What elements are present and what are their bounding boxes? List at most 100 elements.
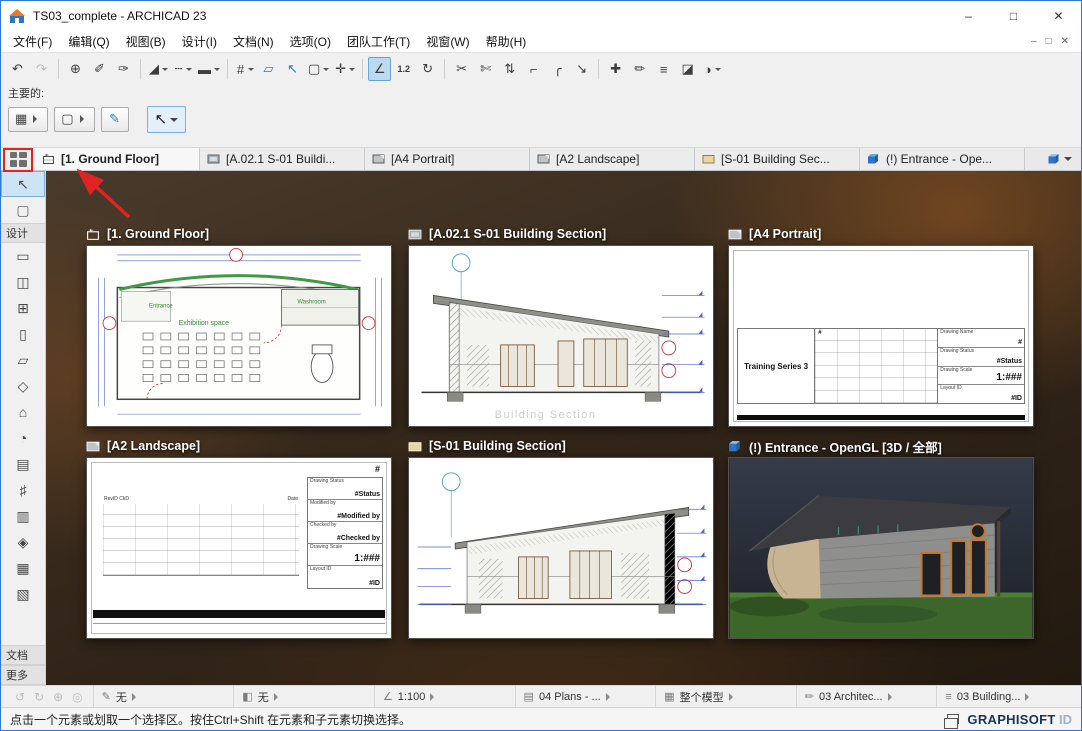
marquee-tool[interactable]: ▢	[1, 197, 45, 223]
freehand-icon[interactable]: ✏	[628, 57, 651, 81]
transfer-settings-button[interactable]: ✎	[100, 106, 129, 132]
coordinate-info-icon[interactable]: 1.2	[392, 57, 415, 81]
mesh-tool[interactable]: ▦	[1, 555, 45, 581]
roof-tool[interactable]: ⌂	[1, 399, 45, 425]
zone-tool[interactable]: ▧	[1, 581, 45, 607]
intersect-icon[interactable]: ⌐	[522, 57, 545, 81]
split-icon[interactable]: ✂	[450, 57, 473, 81]
window-tool[interactable]: ⊞	[1, 295, 45, 321]
revision-hash: #	[818, 330, 822, 336]
cursor-snap-icon[interactable]: ↖	[281, 57, 304, 81]
tab-list-button[interactable]	[1037, 148, 1081, 170]
navigate-back-icon[interactable]: ↺	[15, 690, 25, 704]
railing-tool[interactable]: ♯	[1, 477, 45, 503]
snap-guides-toggle[interactable]: ∠	[368, 57, 392, 81]
title-block-bar	[93, 610, 385, 618]
guide-lines-icon[interactable]: ▱	[257, 57, 280, 81]
layer-combination-select[interactable]: ▤ 04 Plans - ...	[514, 686, 656, 707]
tab-ground-floor[interactable]: [1. Ground Floor]	[35, 148, 200, 170]
zoom-in-icon[interactable]: ⊕	[64, 57, 87, 81]
partial-structure-select[interactable]: ▦ 整个模型	[655, 686, 796, 707]
menu-teamwork[interactable]: 团队工作(T)	[339, 33, 418, 50]
graphisoft-id[interactable]: ID	[1059, 712, 1072, 727]
stair-tool[interactable]: ▤	[1, 451, 45, 477]
arrow-tool-button[interactable]: ↖	[146, 105, 187, 133]
renovation-filter-select[interactable]: ✎ 无	[92, 686, 234, 707]
menu-view[interactable]: 视图(B)	[118, 33, 174, 50]
menu-file[interactable]: 文件(F)	[5, 33, 60, 50]
navigate-forward-icon[interactable]: ↻	[34, 690, 44, 704]
fillet-icon[interactable]: ╭	[546, 57, 569, 81]
card-title: [S-01 Building Section]	[429, 439, 566, 453]
toolbox-section-more[interactable]: 更多	[1, 665, 45, 685]
line-weight-dropdown[interactable]: ◢	[146, 57, 170, 81]
title-block: Training Series 3 # Drawing Name # Drawin…	[737, 328, 1025, 404]
cutting-planes-icon[interactable]: ◪	[676, 57, 699, 81]
menu-help[interactable]: 帮助(H)	[478, 33, 535, 50]
tab-a4-portrait[interactable]: [A4 Portrait]	[365, 148, 530, 170]
morph-tool[interactable]: ◈	[1, 529, 45, 555]
column-tool[interactable]: ▯	[1, 321, 45, 347]
redo-icon[interactable]: ↷	[30, 57, 53, 81]
arrow-select-tool[interactable]: ↖	[1, 171, 45, 197]
pen-color-dropdown[interactable]: ▬	[195, 57, 222, 81]
snap-grid-dropdown[interactable]: #	[233, 57, 256, 81]
menu-edit[interactable]: 编辑(Q)	[60, 33, 117, 50]
toolbox-section-design[interactable]: 设计	[1, 223, 45, 243]
tab-overview-button[interactable]	[1, 148, 35, 172]
menu-design[interactable]: 设计(I)	[174, 33, 225, 50]
menu-document[interactable]: 文档(N)	[225, 33, 282, 50]
slab-tool[interactable]: ◇	[1, 373, 45, 399]
stair-icon: ▤	[16, 455, 30, 472]
tab-a2-landscape[interactable]: [A2 Landscape]	[530, 148, 695, 170]
child-close-icon[interactable]: ✕	[1061, 36, 1069, 47]
fit-in-window-icon[interactable]: ◎	[72, 690, 82, 704]
rotate-icon[interactable]: ↻	[416, 57, 439, 81]
preview-card-building-section-a021[interactable]: [A.02.1 S-01 Building Section] Building …	[408, 223, 714, 427]
child-restore-icon[interactable]: □	[1046, 36, 1052, 47]
tab-entrance-3d[interactable]: (!) Entrance - Ope...	[860, 148, 1025, 170]
toolbox-section-document[interactable]: 文档	[1, 645, 45, 665]
move-icon[interactable]: ✚	[604, 57, 627, 81]
tab-building-section-s01[interactable]: [S-01 Building Sec...	[695, 148, 860, 170]
tab-building-section-a021[interactable]: [A.02.1 S-01 Buildi...	[200, 148, 365, 170]
close-button[interactable]: ✕	[1036, 1, 1081, 31]
shell-tool[interactable]: ◔	[1, 425, 45, 451]
undo-icon[interactable]: ↶	[6, 57, 29, 81]
preview-card-building-section-s01[interactable]: [S-01 Building Section]	[408, 435, 714, 639]
menu-options[interactable]: 选项(O)	[282, 33, 339, 50]
menu-window[interactable]: 视窗(W)	[418, 33, 477, 50]
preview-card-ground-floor[interactable]: [1. Ground Floor] Entrance Washroom Exhi…	[86, 223, 392, 427]
curtain-wall-tool[interactable]: ▥	[1, 503, 45, 529]
windows-icon[interactable]	[944, 714, 960, 729]
pen-set-select[interactable]: ✏ 03 Architec...	[795, 686, 937, 707]
trim-icon[interactable]: ⇅	[498, 57, 521, 81]
scale-select[interactable]: ∠ 1:100	[373, 686, 515, 707]
offset-icon[interactable]: ↘	[570, 57, 593, 81]
child-minimize-icon[interactable]: –	[1031, 36, 1037, 47]
minimize-button[interactable]: –	[946, 1, 991, 31]
graphisoft-brand[interactable]: GRAPHISOFT	[967, 712, 1055, 727]
graphic-override-select[interactable]: ◧ 无	[233, 686, 374, 707]
preview-card-entrance-3d[interactable]: (!) Entrance - OpenGL [3D / 全部]	[728, 435, 1034, 639]
zoom-icon[interactable]: ⊕	[53, 690, 63, 704]
door-tool[interactable]: ◫	[1, 269, 45, 295]
adjust-icon[interactable]: ✄	[474, 57, 497, 81]
pickup-parameters-icon[interactable]: ✐	[88, 57, 111, 81]
layers-icon[interactable]: ≡	[652, 57, 675, 81]
wall-tool[interactable]: ▭	[1, 243, 45, 269]
beam-tool[interactable]: ▱	[1, 347, 45, 373]
render-settings-dropdown[interactable]: ◑	[700, 57, 723, 81]
gravity-dropdown[interactable]: ✛	[332, 57, 357, 81]
maximize-button[interactable]: □	[991, 1, 1036, 31]
marquee-frame-dropdown[interactable]: ▢	[305, 57, 331, 81]
preview-card-a4-portrait[interactable]: [A4 Portrait] Training Series 3 # Drawin…	[728, 223, 1034, 427]
title-block-bar	[737, 415, 1025, 420]
dimension-style-select[interactable]: ≡ 03 Building...	[936, 686, 1077, 707]
preview-card-a2-landscape[interactable]: [A2 Landscape] # RevID CkD Date Drawing …	[86, 435, 392, 639]
inject-parameters-icon[interactable]: ✑	[112, 57, 135, 81]
marquee-settings-dropdown[interactable]: ▢	[54, 106, 95, 132]
dash-style-dropdown[interactable]: ┄	[171, 57, 194, 81]
card-title: [A.02.1 S-01 Building Section]	[429, 227, 607, 241]
favorite-settings-dropdown[interactable]: ▦	[8, 106, 49, 132]
